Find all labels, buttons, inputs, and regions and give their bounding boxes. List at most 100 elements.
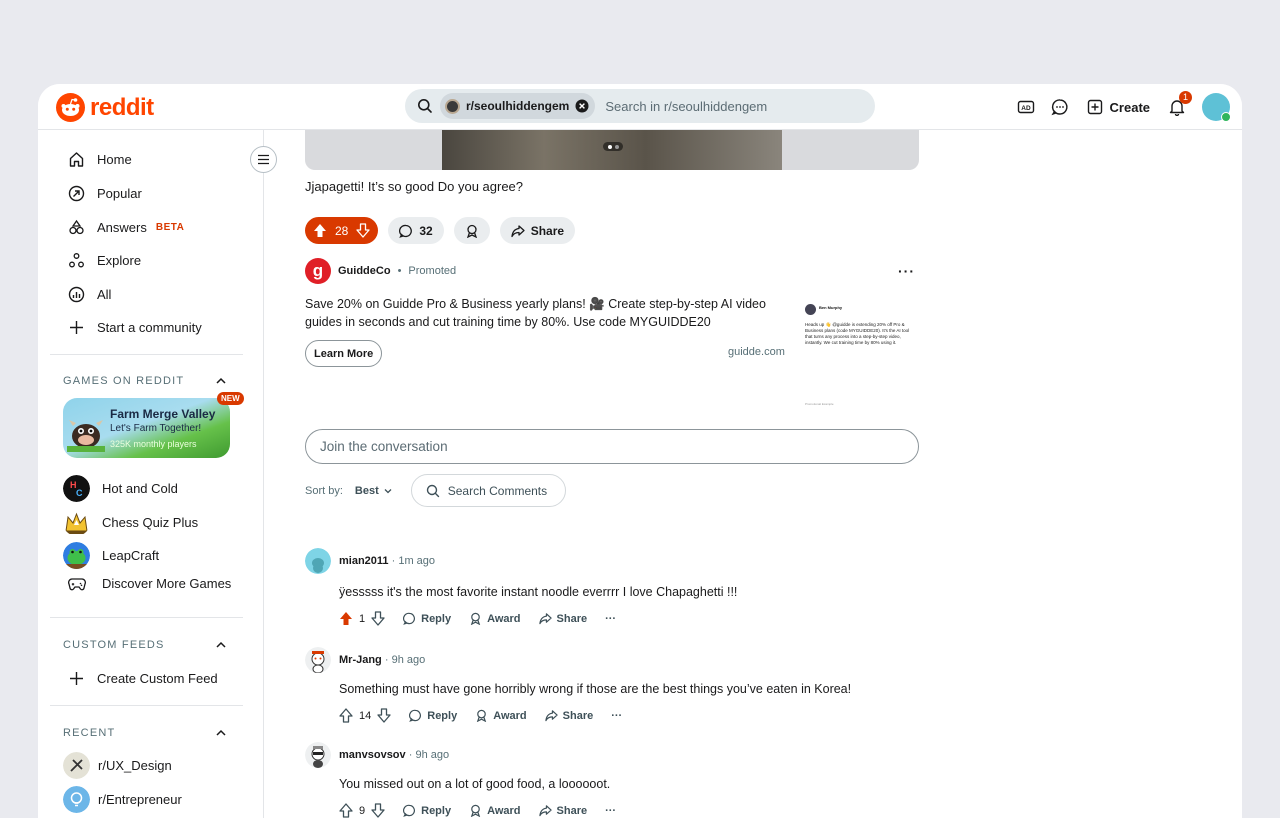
user-avatar[interactable] (1202, 93, 1231, 122)
notification-badge: 1 (1179, 91, 1192, 104)
ad-more-options-button[interactable]: ··· (898, 263, 915, 279)
header-actions: AD Create 1 (1009, 84, 1242, 130)
award-button[interactable]: Award (469, 804, 521, 817)
chevron-up-icon[interactable] (214, 374, 228, 388)
chip-clear-icon[interactable] (575, 99, 589, 113)
game-title: Farm Merge Valley (110, 407, 216, 421)
comment-more-button[interactable]: ··· (611, 710, 622, 722)
upvote-icon[interactable] (339, 708, 353, 723)
sidebar-item-all[interactable]: All (68, 286, 111, 303)
comment-actions: 1 Reply Award Share ··· (339, 611, 616, 626)
advertiser-name[interactable]: GuiddeCo (338, 265, 391, 277)
search-comments-button[interactable]: Search Comments (410, 474, 567, 507)
upvote-icon[interactable] (313, 223, 327, 238)
downvote-icon[interactable] (371, 611, 385, 626)
reply-button[interactable]: Reply (403, 804, 451, 817)
top-bar: reddit r/seoulhiddengem Search in r/seou… (38, 84, 1242, 130)
award-icon (477, 709, 487, 722)
commenter-avatar[interactable] (305, 742, 331, 768)
notifications-button[interactable]: 1 (1160, 90, 1194, 124)
game-subtitle: Let's Farm Together! (110, 423, 202, 434)
award-label: Award (487, 804, 521, 817)
sidebar-item-answers[interactable]: Answers BETA (68, 219, 184, 236)
create-button[interactable]: Create (1077, 90, 1160, 124)
chevron-up-icon[interactable] (214, 638, 228, 652)
comments-button[interactable]: 32 (388, 217, 444, 244)
learn-more-button[interactable]: Learn More (305, 340, 383, 367)
sidebar-item-explore[interactable]: Explore (68, 252, 141, 269)
award-button[interactable] (453, 217, 490, 244)
comment-more-button[interactable]: ··· (605, 613, 616, 625)
create-custom-feed[interactable]: Create Custom Feed (68, 670, 218, 687)
ad-thumbnail[interactable]: Ben Murphy Heads up 👋 @guidde is extendi… (801, 298, 917, 410)
sidebar-item-popular[interactable]: Popular (68, 185, 142, 202)
reply-button[interactable]: Reply (403, 612, 451, 625)
hot-and-cold-icon: HC (63, 475, 90, 502)
reply-label: Reply (427, 709, 458, 722)
recent-entrepreneur[interactable]: r/Entrepreneur (63, 786, 182, 813)
sidebar-collapse-button[interactable] (250, 146, 277, 173)
post-upvote-count: 28 (335, 223, 349, 238)
commenter-avatar[interactable] (305, 548, 331, 574)
share-label: Share (556, 612, 588, 625)
advertiser-logo[interactable]: g (305, 258, 331, 284)
search-input[interactable]: Search in r/seoulhiddengem (605, 99, 767, 114)
post-media[interactable] (305, 130, 919, 170)
comment-author[interactable]: manvsovsov · 9h ago (339, 749, 449, 761)
upvote-icon[interactable] (339, 611, 353, 626)
sort-dropdown[interactable]: Best (355, 485, 393, 497)
reddit-logo[interactable]: reddit (56, 93, 154, 122)
reply-label: Reply (421, 612, 452, 625)
sidebar-game-hot-and-cold[interactable]: HC Hot and Cold (63, 475, 178, 502)
sidebar-discover-games[interactable]: Discover More Games (63, 576, 231, 591)
recent-ux-design[interactable]: r/UX_Design (63, 752, 172, 779)
downvote-icon[interactable] (356, 223, 371, 238)
award-label: Award (493, 709, 527, 722)
search-icon (418, 99, 432, 113)
reddit-alien-icon (56, 93, 85, 122)
comment-author[interactable]: Mr-Jang · 9h ago (339, 654, 425, 666)
upvote-icon[interactable] (339, 803, 353, 818)
sidebar-item-label: Create Custom Feed (97, 671, 218, 686)
share-button[interactable]: Share (538, 612, 588, 625)
join-conversation-input[interactable]: Join the conversation (305, 429, 919, 464)
share-button[interactable]: Share (538, 804, 587, 817)
downvote-icon[interactable] (371, 803, 385, 818)
carousel-indicator (603, 142, 623, 151)
search-bar[interactable]: r/seoulhiddengem Search in r/seoulhidden… (405, 89, 875, 123)
comment-body: You missed out on a lot of good food, a … (339, 777, 611, 791)
ad-text[interactable]: Save 20% on Guidde Pro & Business yearly… (305, 295, 775, 331)
reply-button[interactable]: Reply (409, 709, 457, 722)
advertise-button[interactable]: AD (1009, 90, 1043, 124)
share-button[interactable]: Share (544, 709, 593, 722)
sidebar-item-label: Hot and Cold (102, 481, 178, 496)
sidebar-item-label: Discover More Games (102, 576, 232, 591)
chevron-up-icon[interactable] (214, 726, 228, 740)
promoted-label: Promoted (408, 265, 457, 277)
comment-vote-count: 9 (359, 804, 366, 817)
commenter-avatar[interactable] (305, 647, 331, 673)
sidebar-game-chess-quiz-plus[interactable]: Chess Quiz Plus (63, 509, 198, 536)
comment-vote-count: 14 (359, 709, 372, 722)
chat-button[interactable] (1043, 90, 1077, 124)
comment-author[interactable]: mian2011 · 1m ago (339, 555, 435, 567)
award-button[interactable]: Award (475, 709, 527, 722)
award-button[interactable]: Award (469, 612, 521, 625)
subreddit-search-chip[interactable]: r/seoulhiddengem (440, 93, 596, 119)
comment-body: ÿesssss it's the most favorite instant n… (339, 585, 738, 599)
comment-more-button[interactable]: ··· (605, 805, 616, 817)
comment-actions: 9 Reply Award Share ··· (339, 803, 616, 818)
ad-domain[interactable]: guidde.com (728, 346, 785, 358)
downvote-icon[interactable] (377, 708, 391, 723)
sidebar-item-home[interactable]: Home (68, 151, 132, 168)
beta-badge: BETA (155, 222, 185, 233)
post-vote-pill: 28 (305, 217, 379, 244)
sidebar-item-start-community[interactable]: Start a community (68, 319, 202, 336)
comment-time: 9h ago (415, 749, 450, 761)
featured-game-card[interactable]: Farm Merge Valley Let's Farm Together! 3… (63, 398, 230, 458)
popular-icon (68, 185, 85, 202)
share-button[interactable]: Share (499, 217, 576, 244)
comment-actions: 14 Reply Award Share ··· (339, 708, 622, 723)
thumb-name: Ben Murphy (819, 305, 843, 310)
sidebar-game-leapcraft[interactable]: LeapCraft (63, 542, 159, 569)
